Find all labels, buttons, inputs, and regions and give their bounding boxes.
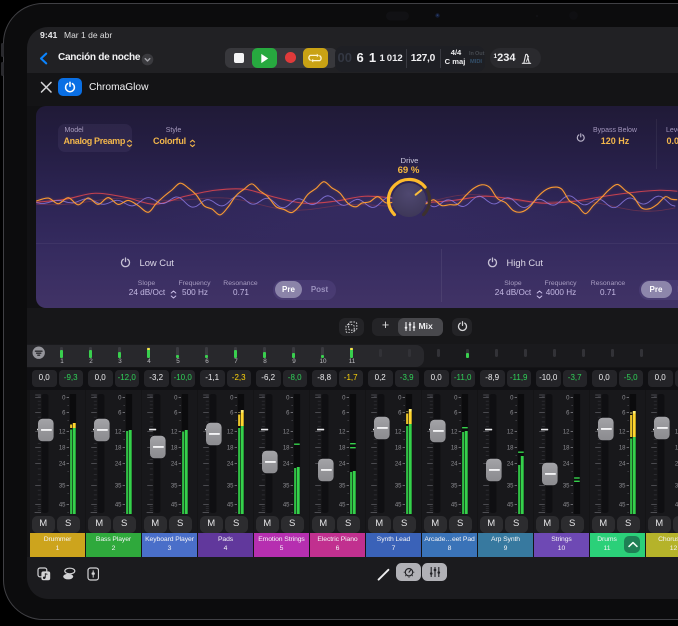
svg-text:6: 6 bbox=[510, 410, 514, 416]
svg-text:12: 12 bbox=[171, 429, 178, 435]
svg-text:6: 6 bbox=[118, 410, 122, 416]
svg-text:6: 6 bbox=[286, 410, 290, 416]
svg-text:24: 24 bbox=[451, 461, 458, 467]
svg-text:18: 18 bbox=[115, 445, 122, 451]
svg-text:18: 18 bbox=[171, 445, 178, 451]
svg-text:0: 0 bbox=[286, 395, 290, 401]
svg-text:18: 18 bbox=[507, 445, 514, 451]
svg-text:6: 6 bbox=[566, 410, 570, 416]
svg-text:18: 18 bbox=[283, 445, 290, 451]
svg-text:6: 6 bbox=[174, 410, 178, 416]
svg-text:0: 0 bbox=[622, 395, 626, 401]
svg-text:45: 45 bbox=[171, 502, 178, 508]
svg-text:45: 45 bbox=[451, 502, 458, 508]
svg-text:12: 12 bbox=[507, 429, 514, 435]
svg-text:12: 12 bbox=[339, 429, 346, 435]
svg-text:35: 35 bbox=[507, 483, 514, 489]
svg-text:6: 6 bbox=[454, 410, 458, 416]
svg-text:0: 0 bbox=[62, 395, 66, 401]
svg-text:24: 24 bbox=[395, 461, 402, 467]
svg-text:45: 45 bbox=[395, 502, 402, 508]
svg-text:35: 35 bbox=[451, 483, 458, 489]
svg-text:6: 6 bbox=[398, 410, 402, 416]
svg-text:6: 6 bbox=[230, 410, 234, 416]
svg-text:24: 24 bbox=[283, 461, 290, 467]
svg-text:12: 12 bbox=[227, 429, 234, 435]
svg-text:12: 12 bbox=[115, 429, 122, 435]
svg-text:35: 35 bbox=[115, 483, 122, 489]
svg-text:6: 6 bbox=[622, 410, 626, 416]
svg-text:35: 35 bbox=[283, 483, 290, 489]
svg-text:18: 18 bbox=[563, 445, 570, 451]
svg-text:0: 0 bbox=[566, 395, 570, 401]
svg-text:45: 45 bbox=[227, 502, 234, 508]
svg-text:35: 35 bbox=[227, 483, 234, 489]
svg-text:12: 12 bbox=[451, 429, 458, 435]
svg-text:18: 18 bbox=[59, 445, 66, 451]
svg-text:18: 18 bbox=[451, 445, 458, 451]
svg-text:45: 45 bbox=[507, 502, 514, 508]
svg-text:35: 35 bbox=[339, 483, 346, 489]
svg-text:45: 45 bbox=[115, 502, 122, 508]
svg-text:18: 18 bbox=[395, 445, 402, 451]
svg-text:45: 45 bbox=[59, 502, 66, 508]
svg-text:35: 35 bbox=[59, 483, 66, 489]
svg-text:12: 12 bbox=[395, 429, 402, 435]
svg-text:24: 24 bbox=[507, 461, 514, 467]
svg-text:35: 35 bbox=[395, 483, 402, 489]
svg-text:24: 24 bbox=[619, 461, 626, 467]
svg-text:0: 0 bbox=[454, 395, 458, 401]
svg-text:24: 24 bbox=[115, 461, 122, 467]
svg-text:0: 0 bbox=[118, 395, 122, 401]
svg-text:12: 12 bbox=[619, 429, 626, 435]
svg-text:45: 45 bbox=[283, 502, 290, 508]
svg-text:45: 45 bbox=[563, 502, 570, 508]
svg-text:18: 18 bbox=[619, 445, 626, 451]
svg-text:35: 35 bbox=[563, 483, 570, 489]
svg-text:24: 24 bbox=[59, 461, 66, 467]
svg-text:0: 0 bbox=[230, 395, 234, 401]
svg-text:24: 24 bbox=[227, 461, 234, 467]
svg-text:6: 6 bbox=[342, 410, 346, 416]
svg-text:18: 18 bbox=[339, 445, 346, 451]
svg-text:24: 24 bbox=[563, 461, 570, 467]
svg-text:45: 45 bbox=[619, 502, 626, 508]
svg-text:45: 45 bbox=[339, 502, 346, 508]
svg-text:12: 12 bbox=[59, 429, 66, 435]
svg-text:6: 6 bbox=[62, 410, 66, 416]
svg-text:0: 0 bbox=[398, 395, 402, 401]
svg-text:24: 24 bbox=[171, 461, 178, 467]
svg-text:24: 24 bbox=[339, 461, 346, 467]
svg-text:35: 35 bbox=[171, 483, 178, 489]
svg-text:0: 0 bbox=[510, 395, 514, 401]
svg-text:18: 18 bbox=[227, 445, 234, 451]
svg-text:0: 0 bbox=[174, 395, 178, 401]
svg-text:12: 12 bbox=[283, 429, 290, 435]
svg-text:0: 0 bbox=[342, 395, 346, 401]
svg-text:12: 12 bbox=[563, 429, 570, 435]
svg-text:35: 35 bbox=[619, 483, 626, 489]
